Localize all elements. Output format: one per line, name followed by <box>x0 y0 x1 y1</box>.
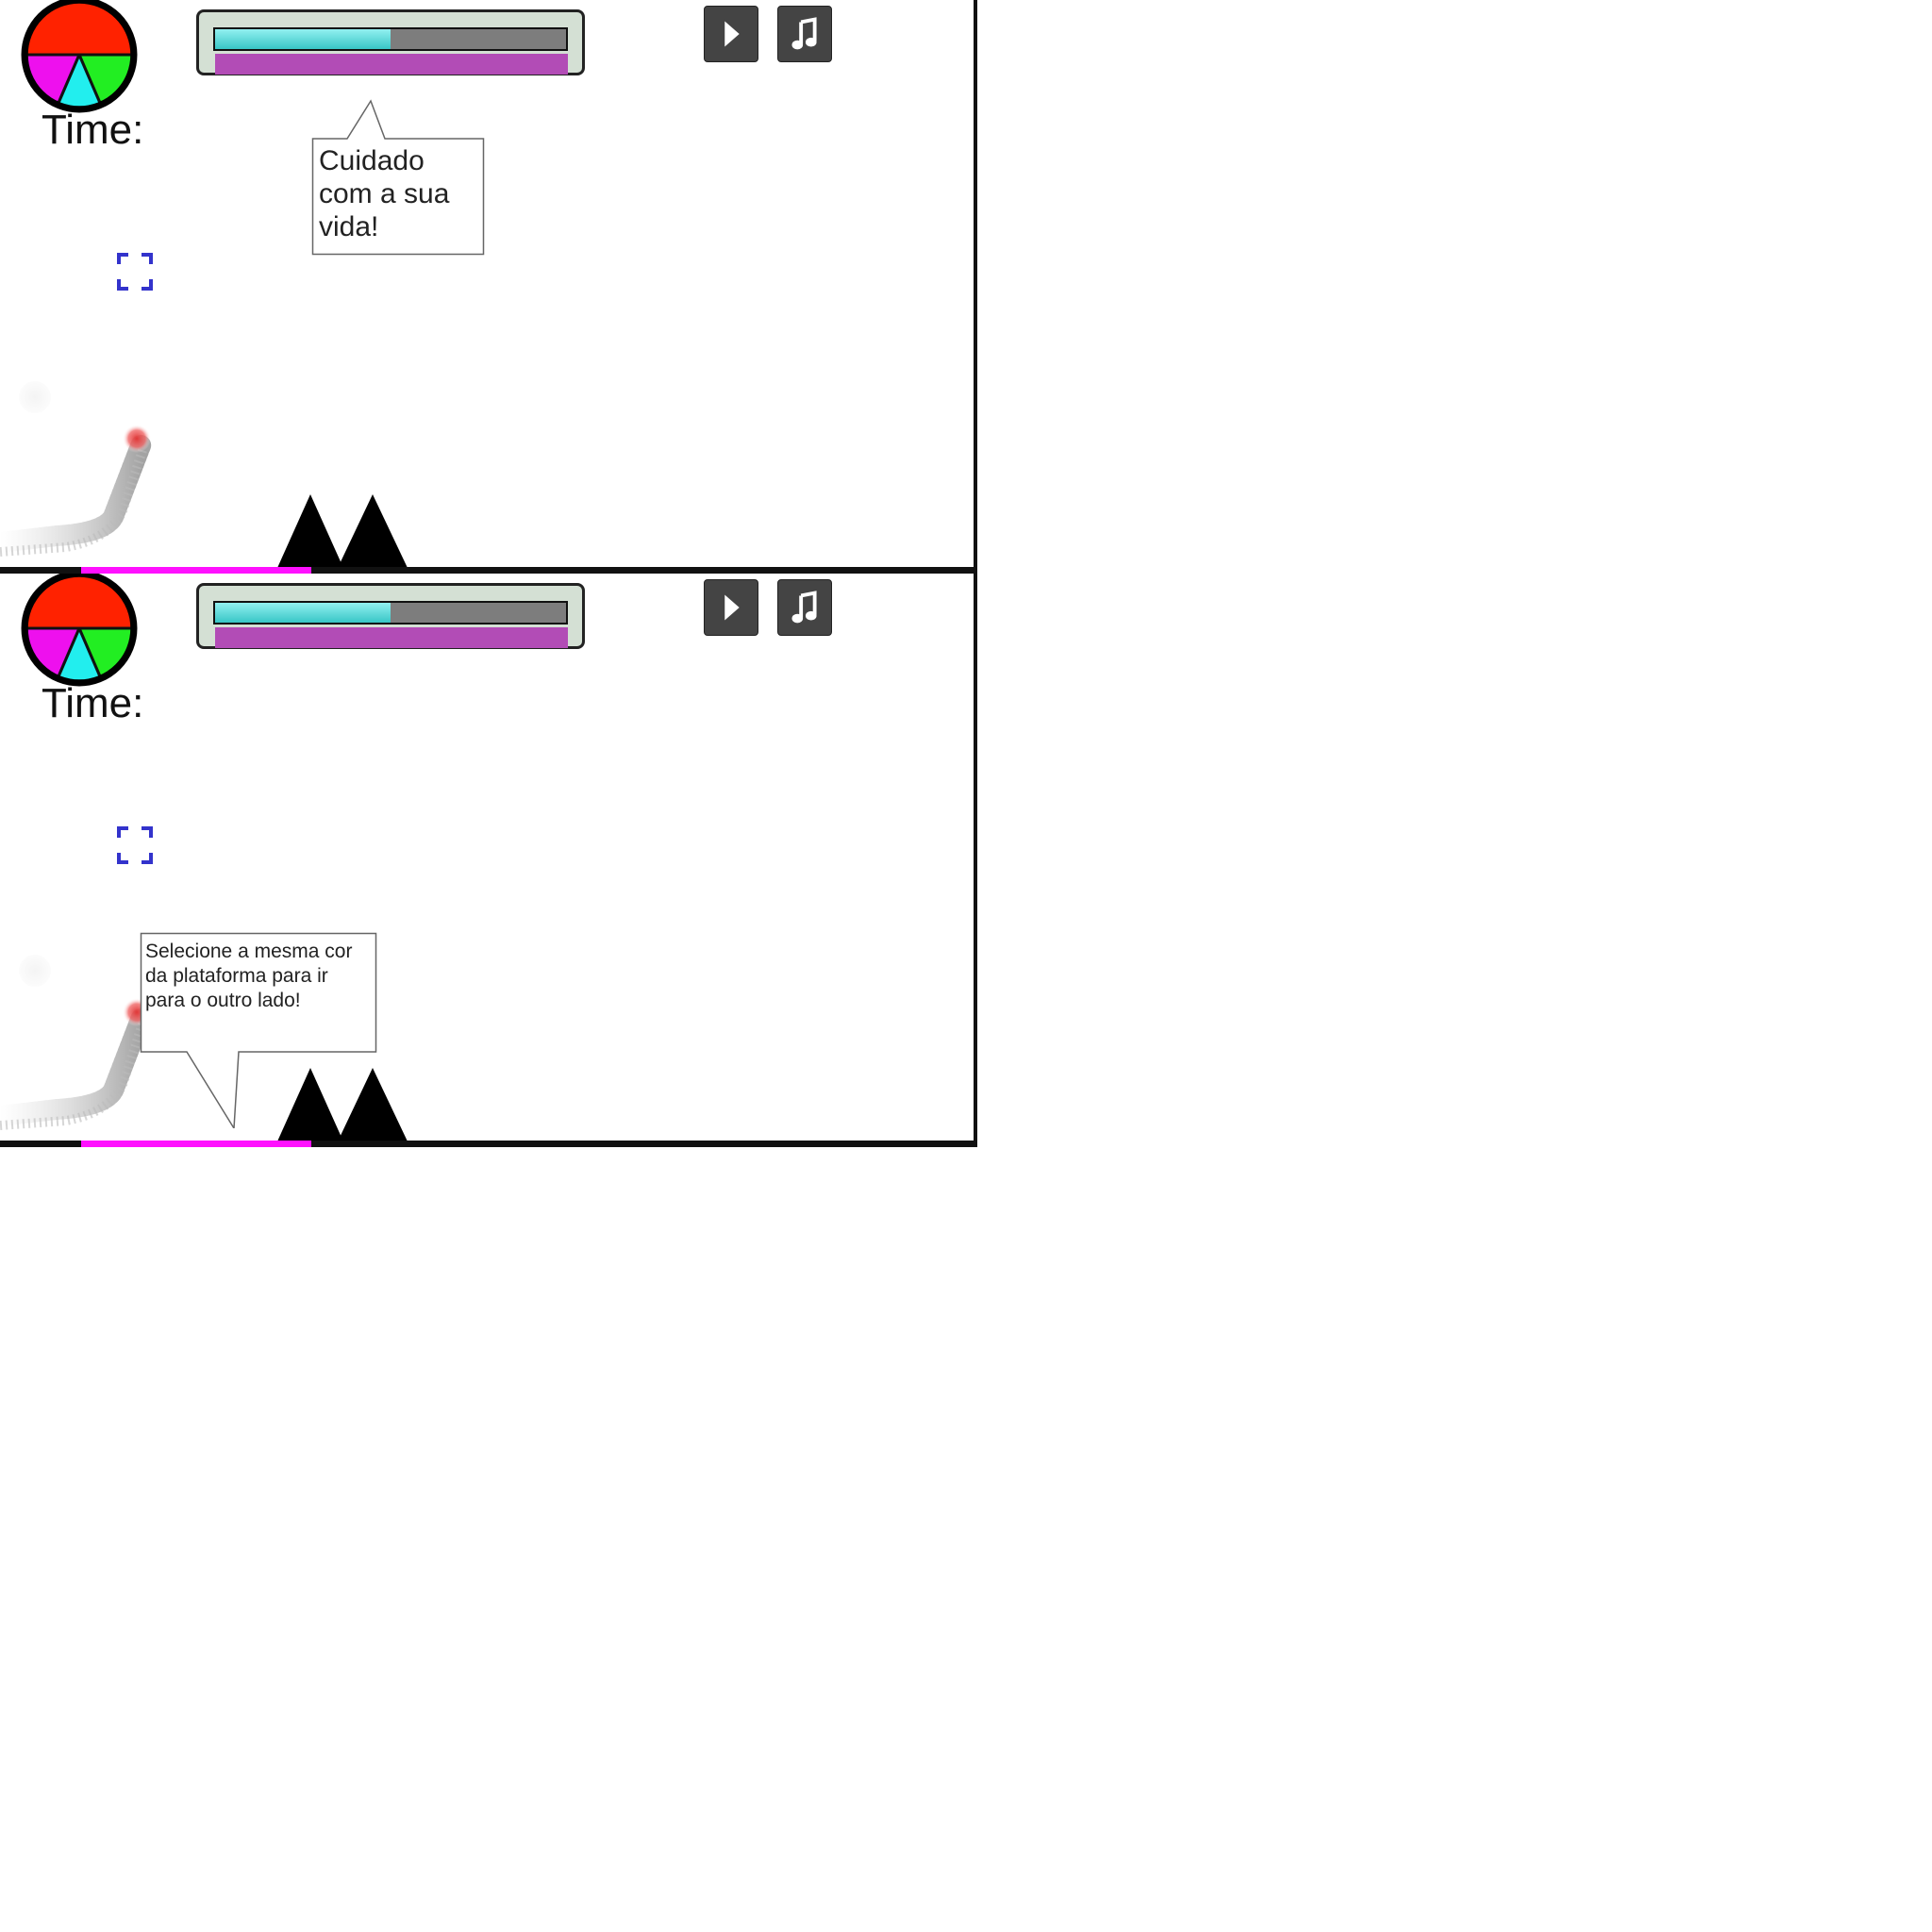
spike <box>338 1068 408 1141</box>
music-button[interactable] <box>777 579 832 636</box>
energy-bar <box>213 27 568 51</box>
game-panel-2: Time: Selecione a mesma cor da plataform… <box>0 574 977 1147</box>
life-bar-fill <box>215 627 568 648</box>
hint-line: para o outro lado! <box>145 990 301 1011</box>
life-bar-fill <box>215 54 568 75</box>
play-button[interactable] <box>704 579 758 636</box>
color-wheel-icon[interactable] <box>21 0 138 113</box>
player-ball <box>0 425 152 557</box>
play-icon <box>724 21 740 47</box>
hint-text: Selecione a mesma cor da plataforma para… <box>145 940 377 1013</box>
colored-platform <box>81 567 311 574</box>
fullscreen-icon[interactable] <box>117 253 153 291</box>
energy-bar-fill <box>215 603 391 623</box>
fullscreen-icon[interactable] <box>117 826 153 864</box>
time-label: Time: <box>42 107 144 153</box>
life-bar <box>215 54 568 75</box>
hint-line: vida! <box>319 211 379 242</box>
play-icon <box>724 594 740 621</box>
status-bars <box>196 583 585 649</box>
spike <box>338 494 408 568</box>
hint-text: Cuidado com a sua vida! <box>319 144 479 243</box>
play-button[interactable] <box>704 6 758 62</box>
music-button[interactable] <box>777 6 832 62</box>
spike <box>277 494 343 568</box>
spikes <box>277 494 408 568</box>
music-note-icon <box>791 591 817 624</box>
hint-line: Selecione a mesma cor <box>145 941 353 962</box>
spike <box>277 1068 343 1141</box>
energy-bar <box>213 601 568 625</box>
life-bar <box>215 627 568 648</box>
color-wheel-icon[interactable] <box>21 574 138 687</box>
status-bars <box>196 9 585 75</box>
hint-line: com a sua <box>319 178 450 209</box>
colored-platform <box>81 1141 311 1147</box>
music-note-icon <box>791 17 817 50</box>
spikes <box>277 1068 408 1141</box>
time-label: Time: <box>42 680 144 726</box>
hint-bubble: Cuidado com a sua vida! <box>311 99 485 256</box>
hint-line: da plataforma para ir <box>145 965 328 987</box>
game-panel-1: Time: Cuidado com a sua vida! <box>0 0 977 574</box>
energy-bar-fill <box>215 29 391 49</box>
hint-line: Cuidado <box>319 145 425 176</box>
